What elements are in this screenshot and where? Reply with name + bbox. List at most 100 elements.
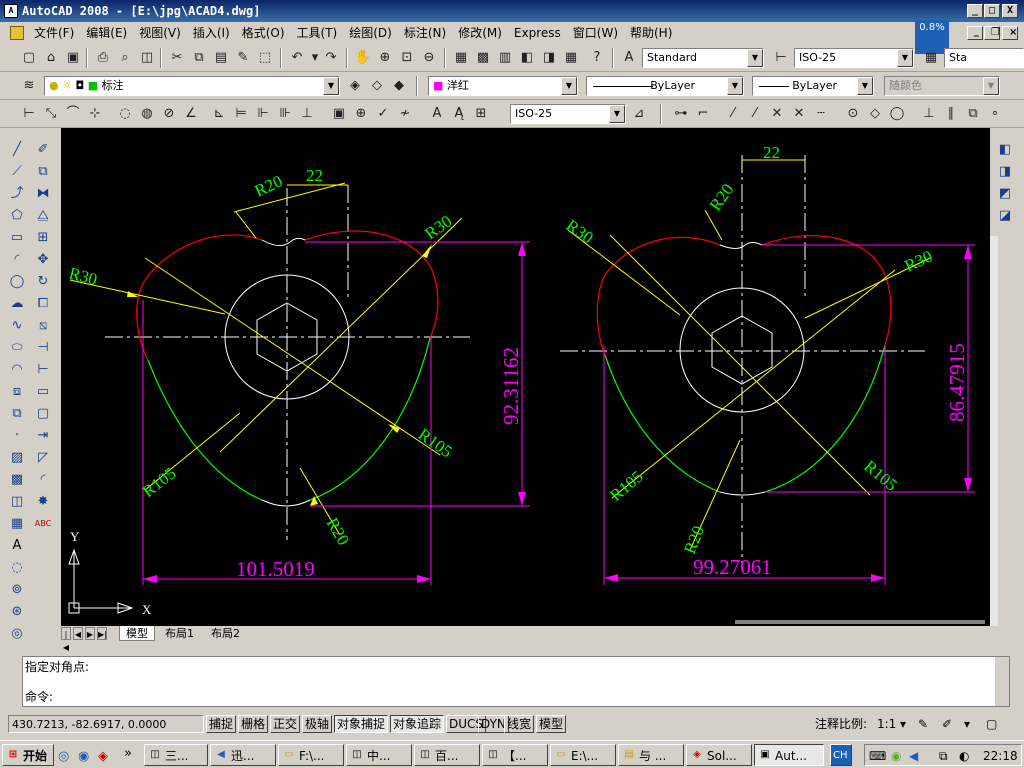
explode-icon[interactable]: ✸ xyxy=(34,493,52,511)
layer-manager-icon[interactable]: ≋ xyxy=(20,77,38,95)
prev-tab-icon[interactable]: ◀ xyxy=(73,627,83,640)
scale-icon[interactable]: ⧠ xyxy=(34,295,52,313)
tab-layout1[interactable]: 布局1 xyxy=(159,626,200,641)
snap-perpendicular-icon[interactable]: ⊥ xyxy=(920,105,938,123)
save-icon[interactable]: ▣ xyxy=(64,49,82,67)
gradient-icon[interactable]: ▩ xyxy=(8,471,26,489)
chamfer-icon[interactable]: ◸ xyxy=(34,449,52,467)
snap-extension-icon[interactable]: ┄ xyxy=(812,105,830,123)
doc-close-button[interactable]: × xyxy=(1002,26,1018,40)
ordinate-icon[interactable]: ⊹ xyxy=(86,105,104,123)
snap-quadrant-icon[interactable]: ◇ xyxy=(866,105,884,123)
sheet-set-icon[interactable]: ◧ xyxy=(518,49,536,67)
zoom-previous-icon[interactable]: ⊖ xyxy=(420,49,438,67)
jogged-linear-icon[interactable]: ≁ xyxy=(396,105,414,123)
publish-icon[interactable]: ◫ xyxy=(138,49,156,67)
erase-icon[interactable]: ✐ xyxy=(34,141,52,159)
construction-line-icon[interactable]: ⟋ xyxy=(8,163,26,181)
polyline-icon[interactable]: ⤴ xyxy=(8,185,26,203)
task-8[interactable]: ▤ 与 ... xyxy=(618,744,684,766)
markup-icon[interactable]: ◨ xyxy=(540,49,558,67)
orbit-3d-icon[interactable]: ◎ xyxy=(8,625,26,643)
layer-state-icon[interactable]: ◆ xyxy=(390,77,408,95)
design-center-icon[interactable]: ▩ xyxy=(474,49,492,67)
menu-draw[interactable]: 绘图(D) xyxy=(343,22,398,44)
copy-icon[interactable]: ⧉ xyxy=(190,49,208,67)
snap-center-icon[interactable]: ⊙ xyxy=(844,105,862,123)
browser-quicklaunch-icon[interactable]: ◉ xyxy=(78,746,89,768)
ellipse-icon[interactable]: ⬭ xyxy=(8,339,26,357)
snap-toggle[interactable]: 捕捉 xyxy=(206,715,237,733)
task-autocad[interactable]: ▣ Aut... xyxy=(754,744,824,766)
zoom-window-icon[interactable]: ⊡ xyxy=(398,49,416,67)
help-icon[interactable]: ? xyxy=(588,49,606,67)
linetype-select[interactable]: ByLayer ▼ xyxy=(586,76,744,96)
menu-edit[interactable]: 编辑(E) xyxy=(80,22,133,44)
stretch-icon[interactable]: ⧅ xyxy=(34,317,52,335)
layer-previous-icon[interactable]: ◇ xyxy=(368,77,386,95)
task-9[interactable]: ◈ Sol... xyxy=(686,744,752,766)
inspect-icon[interactable]: ✓ xyxy=(374,105,392,123)
snap-node-icon[interactable]: ∘ xyxy=(986,105,1004,123)
make-current-icon[interactable]: ◈ xyxy=(346,77,364,95)
arc-length-icon[interactable]: ⌒ xyxy=(64,105,82,123)
trim-icon[interactable]: ⊣ xyxy=(34,339,52,357)
tray-speed-icon[interactable]: ◀ xyxy=(909,745,918,767)
color-select[interactable]: ■ 洋红 ▼ xyxy=(428,76,578,96)
task-3[interactable]: ▭ F:\... xyxy=(278,744,344,766)
first-tab-icon[interactable]: |◀ xyxy=(61,627,71,652)
snap-insert-icon[interactable]: ⧉ xyxy=(964,105,982,123)
dim-style-select-2[interactable]: ISO-25 ▼ xyxy=(510,104,626,124)
revcloud-icon[interactable]: ☁ xyxy=(8,295,26,313)
polar-toggle[interactable]: 极轴 xyxy=(302,715,333,733)
table-style-select[interactable]: Sta xyxy=(944,48,1024,68)
free-orbit-icon[interactable]: ⊚ xyxy=(8,581,26,599)
doc-restore-button[interactable]: ❐ xyxy=(984,26,1000,40)
annotation-visibility-icon[interactable]: ✎ xyxy=(918,713,928,735)
bring-above-icon[interactable]: ◩ xyxy=(996,185,1014,203)
table-icon[interactable]: ▦ xyxy=(8,515,26,533)
keyboard-icon[interactable]: ⌨ xyxy=(869,745,886,767)
menu-format[interactable]: 格式(O) xyxy=(236,22,291,44)
snap-intersection-icon[interactable]: ✕ xyxy=(768,105,786,123)
properties-icon[interactable]: ▦ xyxy=(452,49,470,67)
command-scrollbar[interactable] xyxy=(995,657,1009,706)
spell-check-icon[interactable]: ABC xyxy=(34,515,52,533)
redo-icon[interactable]: ↷ xyxy=(322,49,340,67)
command-prompt[interactable]: 命令: xyxy=(25,689,1009,705)
cut-icon[interactable]: ✂ xyxy=(168,49,186,67)
tray-app-icon[interactable]: ◉ xyxy=(891,745,901,767)
line-icon[interactable]: ╱ xyxy=(8,141,26,159)
point-icon[interactable]: · xyxy=(8,427,26,445)
undo-icon[interactable]: ↶ xyxy=(288,49,306,67)
baseline-icon[interactable]: ⊨ xyxy=(232,105,250,123)
autocad-app-icon[interactable]: A xyxy=(4,4,18,18)
region-icon[interactable]: ◫ xyxy=(8,493,26,511)
task-5[interactable]: ◫ 百... xyxy=(414,744,480,766)
array-icon[interactable]: ⊞ xyxy=(34,229,52,247)
bring-front-icon[interactable]: ◧ xyxy=(996,141,1014,159)
language-indicator[interactable]: CH xyxy=(830,744,852,766)
polygon-icon[interactable]: ⬠ xyxy=(8,207,26,225)
plot-preview-icon[interactable]: ⌕ xyxy=(116,49,134,67)
radius-icon[interactable]: ◌ xyxy=(116,105,134,123)
snap-tangent-icon[interactable]: ◯ xyxy=(888,105,906,123)
clock[interactable]: 22:18 xyxy=(983,745,1018,767)
send-back-icon[interactable]: ◨ xyxy=(996,163,1014,181)
new-icon[interactable]: ▢ xyxy=(20,49,38,67)
layer-select[interactable]: ● ☼ ◘ ■ 标注 ▼ xyxy=(44,76,340,96)
snap-parallel-icon[interactable]: ∥ xyxy=(942,105,960,123)
network-icon[interactable]: ⧉ xyxy=(939,745,948,767)
ie-quicklaunch-icon[interactable]: ◎ xyxy=(58,746,69,768)
ortho-toggle[interactable]: 正交 xyxy=(270,715,301,733)
make-block-icon[interactable]: ⧉ xyxy=(8,405,26,423)
menu-help[interactable]: 帮助(H) xyxy=(624,22,678,44)
calculator-icon[interactable]: ▦ xyxy=(562,49,580,67)
task-2[interactable]: ◀ 迅... xyxy=(210,744,276,766)
task-6[interactable]: ◫ 【... xyxy=(482,744,548,766)
horizontal-scrollbar[interactable] xyxy=(735,620,985,624)
join-icon[interactable]: ⇥ xyxy=(34,427,52,445)
spline-icon[interactable]: ∿ xyxy=(8,317,26,335)
offset-icon[interactable]: ⧋ xyxy=(34,207,52,225)
lineweight-select[interactable]: ByLayer ▼ xyxy=(752,76,874,96)
